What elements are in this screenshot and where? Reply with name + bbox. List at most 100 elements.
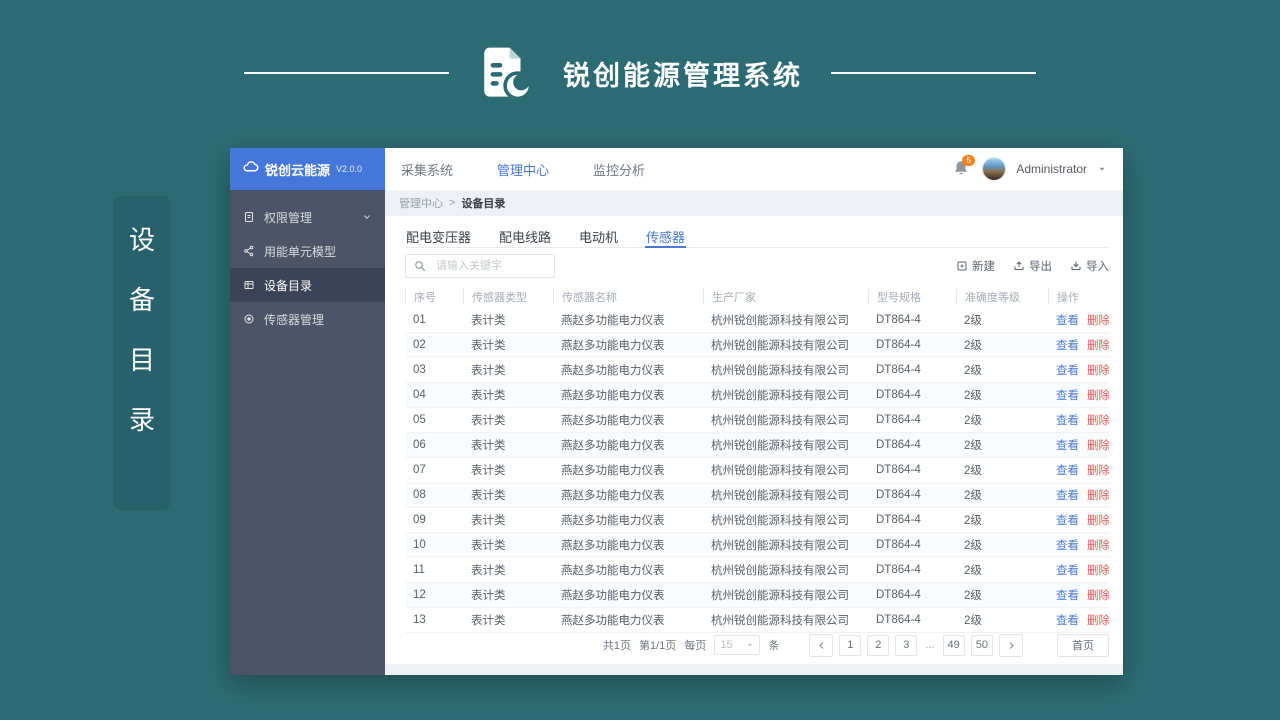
delete-link[interactable]: 删除 — [1087, 387, 1109, 403]
sidebar-item-sensor-management[interactable]: 传感器管理 — [230, 302, 385, 336]
search-input[interactable] — [434, 258, 546, 273]
content-panel: 配电变压器 配电线路 电动机 传感器 新建 — [385, 216, 1123, 675]
delete-link[interactable]: 删除 — [1087, 487, 1109, 503]
cell-model: DT864-4 — [876, 538, 921, 551]
toolbar-row: 新建 导出 导入 — [405, 253, 1109, 278]
tab-sensor[interactable]: 传感器 — [645, 222, 687, 248]
breadcrumb-parent[interactable]: 管理中心 — [399, 195, 443, 211]
delete-link[interactable]: 删除 — [1087, 412, 1109, 428]
search-icon — [414, 260, 426, 272]
next-page-button[interactable] — [999, 633, 1023, 657]
cell-accuracy: 2级 — [964, 389, 982, 402]
import-button-label: 导入 — [1086, 260, 1109, 273]
app-window: 锐创云能源 V2.0.0 权限管理 用能单元模型 设备目录 传感器管理 采集系统… — [230, 148, 1123, 675]
view-link[interactable]: 查看 — [1056, 337, 1079, 353]
cell-type: 表计类 — [471, 489, 506, 502]
cell-name: 燕赵多功能电力仪表 — [561, 439, 665, 452]
chevron-down-icon — [362, 212, 372, 222]
cell-model: DT864-4 — [876, 513, 921, 526]
cell-no: 05 — [413, 413, 426, 426]
view-link[interactable]: 查看 — [1056, 437, 1079, 453]
sidebar-item-label: 权限管理 — [264, 210, 313, 225]
cell-actions: 查看 删除 — [1048, 512, 1109, 528]
tab-distribution-line[interactable]: 配电线路 — [498, 222, 552, 247]
notifications-bell-icon[interactable]: 5 — [952, 155, 976, 179]
nav-monitoring-analysis[interactable]: 监控分析 — [593, 160, 645, 179]
tab-motor[interactable]: 电动机 — [578, 222, 619, 247]
view-link[interactable]: 查看 — [1056, 487, 1079, 503]
column-header-manufacturer: 生产厂家 — [703, 288, 868, 305]
view-link[interactable]: 查看 — [1056, 587, 1079, 603]
view-link[interactable]: 查看 — [1056, 562, 1079, 578]
delete-link[interactable]: 删除 — [1087, 362, 1109, 378]
cell-type: 表计类 — [471, 564, 506, 577]
cell-actions: 查看 删除 — [1048, 537, 1109, 553]
import-button[interactable]: 导入 — [1070, 258, 1109, 274]
pager-page-50[interactable]: 50 — [970, 634, 993, 656]
new-button[interactable]: 新建 — [956, 258, 995, 274]
view-link[interactable]: 查看 — [1056, 612, 1079, 628]
cell-model: DT864-4 — [876, 588, 921, 601]
table-row: 04 表计类 燕赵多功能电力仪表 杭州锐创能源科技有限公司 DT864-4 2级… — [405, 382, 1109, 408]
view-link[interactable]: 查看 — [1056, 362, 1079, 378]
column-header-model: 型号规格 — [868, 288, 956, 305]
pager-page-3[interactable]: 3 — [895, 634, 918, 656]
select-caret-icon — [748, 644, 753, 647]
cell-model: DT864-4 — [876, 338, 921, 351]
delete-link[interactable]: 删除 — [1087, 437, 1109, 453]
cell-no: 06 — [413, 438, 426, 451]
delete-link[interactable]: 删除 — [1087, 562, 1109, 578]
cell-no: 11 — [413, 563, 425, 576]
pager-page-1[interactable]: 1 — [839, 634, 862, 656]
cell-manufacturer: 杭州锐创能源科技有限公司 — [711, 614, 849, 627]
grid-icon — [243, 279, 255, 291]
cell-type: 表计类 — [471, 514, 506, 527]
cell-manufacturer: 杭州锐创能源科技有限公司 — [711, 514, 849, 527]
delete-link[interactable]: 删除 — [1087, 537, 1109, 553]
prev-page-button[interactable] — [809, 633, 834, 657]
delete-link[interactable]: 删除 — [1087, 512, 1109, 528]
delete-link[interactable]: 删除 — [1087, 312, 1109, 328]
pager-page-49[interactable]: 49 — [942, 634, 965, 656]
table-body: 01 表计类 燕赵多功能电力仪表 杭州锐创能源科技有限公司 DT864-4 2级… — [405, 308, 1109, 633]
view-link[interactable]: 查看 — [1056, 387, 1079, 403]
vertical-tag-device-catalog: 设 备 目 录 — [112, 195, 172, 511]
first-page-button[interactable]: 首页 — [1057, 633, 1109, 657]
table-row: 10 表计类 燕赵多功能电力仪表 杭州锐创能源科技有限公司 DT864-4 2级… — [405, 532, 1109, 558]
cell-actions: 查看 删除 — [1048, 437, 1109, 453]
delete-link[interactable]: 删除 — [1087, 612, 1109, 628]
sidebar-item-energy-unit-model[interactable]: 用能单元模型 — [230, 234, 385, 268]
cell-type: 表计类 — [471, 539, 506, 552]
view-link[interactable]: 查看 — [1056, 537, 1079, 553]
sidebar-item-permissions[interactable]: 权限管理 — [230, 200, 385, 234]
cell-accuracy: 2级 — [964, 514, 982, 527]
cell-accuracy: 2级 — [964, 439, 982, 452]
caret-down-icon[interactable] — [1097, 164, 1107, 174]
per-page-select[interactable]: 15 — [714, 635, 761, 656]
column-header-no: 序号 — [405, 288, 463, 305]
cell-type: 表计类 — [471, 389, 506, 402]
view-link[interactable]: 查看 — [1056, 462, 1079, 478]
sidebar-item-device-catalog[interactable]: 设备目录 — [230, 268, 385, 302]
nav-collection-system[interactable]: 采集系统 — [401, 160, 453, 179]
cell-model: DT864-4 — [876, 388, 921, 401]
view-link[interactable]: 查看 — [1056, 312, 1079, 328]
cell-name: 燕赵多功能电力仪表 — [561, 564, 665, 577]
export-icon — [1013, 260, 1025, 272]
cell-model: DT864-4 — [876, 488, 921, 501]
tab-distribution-transformer[interactable]: 配电变压器 — [405, 222, 472, 247]
view-link[interactable]: 查看 — [1056, 512, 1079, 528]
view-link[interactable]: 查看 — [1056, 412, 1079, 428]
delete-link[interactable]: 删除 — [1087, 462, 1109, 478]
window-footer-strip — [385, 663, 1123, 675]
pager-page-2[interactable]: 2 — [867, 634, 890, 656]
export-button[interactable]: 导出 — [1013, 258, 1052, 274]
cell-model: DT864-4 — [876, 463, 921, 476]
table-header: 序号 传感器类型 传感器名称 生产厂家 型号规格 准确度等级 操作 — [405, 286, 1109, 308]
column-header-sensor-name: 传感器名称 — [553, 288, 703, 305]
nav-management-center[interactable]: 管理中心 — [497, 160, 549, 179]
avatar[interactable] — [982, 157, 1007, 181]
sensor-table: 序号 传感器类型 传感器名称 生产厂家 型号规格 准确度等级 操作 01 表计类… — [405, 286, 1109, 633]
delete-link[interactable]: 删除 — [1087, 337, 1109, 353]
delete-link[interactable]: 删除 — [1087, 587, 1109, 603]
